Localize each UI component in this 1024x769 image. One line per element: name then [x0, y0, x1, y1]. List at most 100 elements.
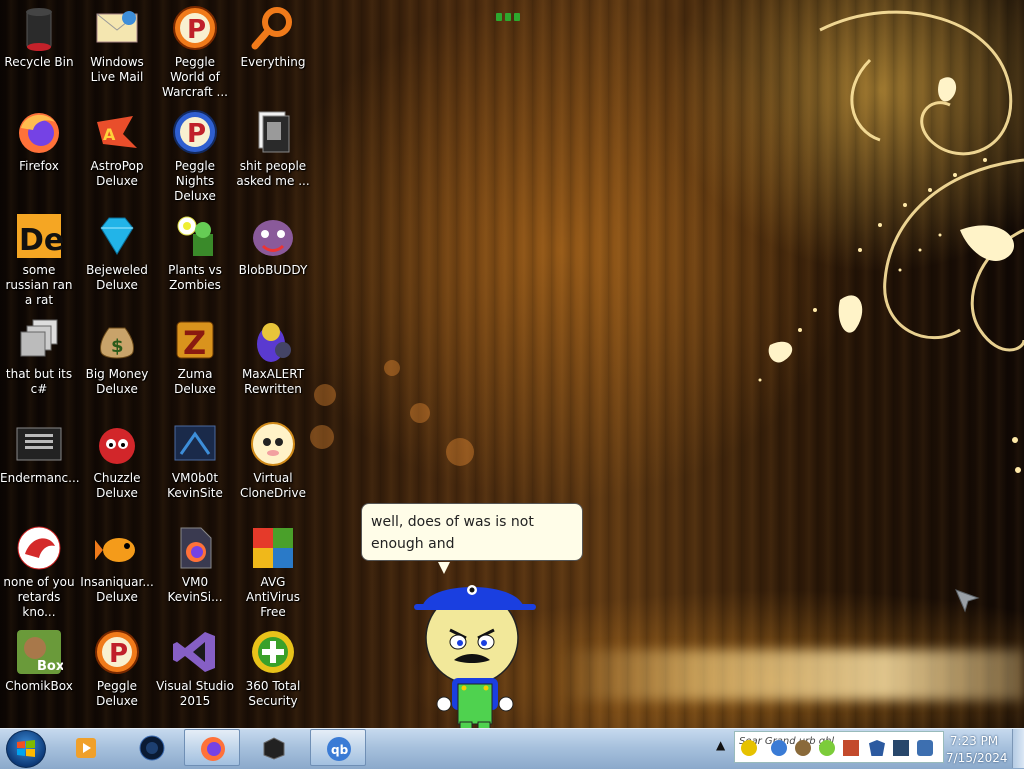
clock-time: 7:23 PM — [949, 734, 999, 748]
desktop-character[interactable] — [414, 578, 538, 748]
desktop-icon-label: Visual Studio 2015 — [156, 679, 234, 708]
desktop-icon[interactable]: A AstroPop Deluxe — [78, 104, 156, 204]
desktop-icon-label: Everything — [240, 55, 306, 69]
desktop-icon[interactable]: shit people asked me ... — [234, 104, 312, 204]
desktop-icon-label: Windows Live Mail — [90, 55, 144, 84]
money-bag-icon: $ — [93, 316, 141, 364]
chuzzle-icon — [93, 420, 141, 468]
desktop-icon[interactable]: Bejeweled Deluxe — [78, 208, 156, 308]
magnifier-icon — [249, 4, 297, 52]
desktop-icon[interactable]: AVG AntiVirus Free — [234, 520, 312, 620]
desktop-icon[interactable]: Windows Live Mail — [78, 0, 156, 100]
desktop-icon-label: AVG AntiVirus Free — [246, 575, 300, 619]
desktop-icon[interactable]: MaxALERT Rewritten — [234, 312, 312, 412]
svg-text:$: $ — [111, 336, 124, 357]
desktop-icon[interactable]: Box ChomikBox — [0, 624, 78, 724]
desktop-icon[interactable]: $ Big Money Deluxe — [78, 312, 156, 412]
desktop-icon[interactable]: Z Zuma Deluxe — [156, 312, 234, 412]
speech-text: well, does of was is not enough and — [371, 514, 534, 552]
desktop-icon[interactable]: Virtual CloneDrive — [234, 416, 312, 516]
desktop-icon[interactable]: VM0b0t KevinSite — [156, 416, 234, 516]
tray-emoji-icon[interactable] — [741, 740, 757, 756]
windows-logo-icon — [17, 740, 35, 757]
windows-stack-icon — [15, 316, 63, 364]
taskbar-button[interactable] — [58, 729, 114, 766]
desktop-icon[interactable]: P Peggle World of Warcraft ... — [156, 0, 234, 100]
tray-shield-icon[interactable] — [869, 740, 885, 756]
desktop-icon-label: none of you retards kno... — [3, 575, 75, 619]
taskbar-button[interactable]: qb — [310, 729, 366, 766]
svg-text:P: P — [109, 639, 128, 669]
taskbar-button[interactable] — [246, 729, 302, 766]
firefox-icon — [200, 736, 226, 762]
svg-text:P: P — [187, 15, 206, 45]
desktop-icon[interactable]: none of you retards kno... — [0, 520, 78, 620]
taskbar-button[interactable] — [124, 729, 180, 766]
show-desktop-button[interactable] — [1012, 729, 1024, 768]
app-circle-icon — [139, 735, 165, 761]
svg-text:P: P — [187, 119, 206, 149]
tray-plus-icon[interactable] — [819, 740, 835, 756]
desktop-icon-label: Virtual CloneDrive — [239, 471, 307, 500]
vm-icon — [171, 420, 219, 468]
vm-box-icon — [261, 735, 287, 761]
taskbar-button[interactable] — [184, 729, 240, 766]
desktop-icon[interactable]: Insaniquar... Deluxe — [78, 520, 156, 620]
tray-network-icon[interactable] — [893, 740, 909, 756]
tray-character-icon[interactable] — [795, 740, 811, 756]
firefox-icon — [15, 108, 63, 156]
desktop-icon-label: Bejeweled Deluxe — [86, 263, 148, 292]
desktop-icon-label: ChomikBox — [5, 679, 73, 693]
desktop-icon[interactable]: BlobBUDDY — [234, 208, 312, 308]
desktop-icon-label: Endermanc... — [0, 471, 80, 485]
taskbar-clock[interactable]: 7:23 PM 7/15/2024 — [946, 733, 1008, 767]
parrot-icon — [249, 316, 297, 364]
peggle-icon: P — [93, 628, 141, 676]
start-button[interactable] — [6, 730, 46, 768]
gem-icon — [93, 212, 141, 260]
svg-text:A: A — [103, 125, 116, 144]
mail-icon — [93, 4, 141, 52]
svg-text:qb: qb — [331, 743, 349, 757]
desktop-icon-label: Recycle Bin — [4, 55, 74, 69]
desktop-icon[interactable]: VM0 KevinSi... — [156, 520, 234, 620]
tray-html-icon[interactable] — [843, 740, 859, 756]
media-player-icon — [73, 735, 99, 761]
blob-icon — [249, 212, 297, 260]
plant-icon — [171, 212, 219, 260]
desktop-icon-label: Peggle Nights Deluxe — [174, 159, 216, 203]
speech-bubble: well, does of was is not enough and — [361, 503, 583, 574]
desktop-icon[interactable]: P Peggle Deluxe — [78, 624, 156, 724]
desktop-icon-label: shit people asked me ... — [236, 159, 310, 188]
desktop-icon-label: VM0 KevinSi... — [167, 575, 223, 604]
desktop-icon-label: some russian ran a rat — [5, 263, 73, 307]
desktop-icon[interactable]: P Peggle Nights Deluxe — [156, 104, 234, 204]
dragon-icon — [15, 524, 63, 572]
peggle-icon: P — [171, 4, 219, 52]
desktop-icon[interactable]: Firefox — [0, 104, 78, 204]
desktop-icon[interactable]: Visual Studio 2015 — [156, 624, 234, 724]
peggle-nights-icon: P — [171, 108, 219, 156]
desktop-icon[interactable]: Chuzzle Deluxe — [78, 416, 156, 516]
desktop-icon[interactable]: Everything — [234, 0, 312, 100]
desktop-icon-label: Peggle World of Warcraft ... — [162, 55, 228, 99]
notification-tray: Sear Grand urb ghl — [734, 731, 944, 763]
desktop-icon-label: that but its c# — [5, 367, 73, 396]
desktop-icon[interactable]: that but its c# — [0, 312, 78, 412]
avg-icon — [249, 524, 297, 572]
desktop-icon[interactable]: De some russian ran a rat — [0, 208, 78, 308]
tray-globe-icon[interactable] — [771, 740, 787, 756]
desktop-icon[interactable]: 360 Total Security — [234, 624, 312, 724]
desktop-icon-label: Chuzzle Deluxe — [93, 471, 141, 500]
desktop-icon[interactable]: Endermanc... — [0, 416, 80, 516]
mouse-cursor-icon — [955, 589, 980, 613]
desktop-icon[interactable]: Plants vs Zombies — [156, 208, 234, 308]
desktop-icon[interactable]: Recycle Bin — [0, 0, 78, 100]
desktop-icon-label: Insaniquar... Deluxe — [80, 575, 154, 604]
clock-date: 7/15/2024 — [946, 751, 1008, 765]
desktop-icon-label: 360 Total Security — [245, 679, 301, 708]
tray-volume-icon[interactable] — [917, 740, 933, 756]
qbittorrent-icon: qb — [326, 736, 352, 762]
show-hidden-icons-chevron-icon[interactable]: ▲ — [716, 738, 725, 752]
sheep-icon — [249, 420, 297, 468]
